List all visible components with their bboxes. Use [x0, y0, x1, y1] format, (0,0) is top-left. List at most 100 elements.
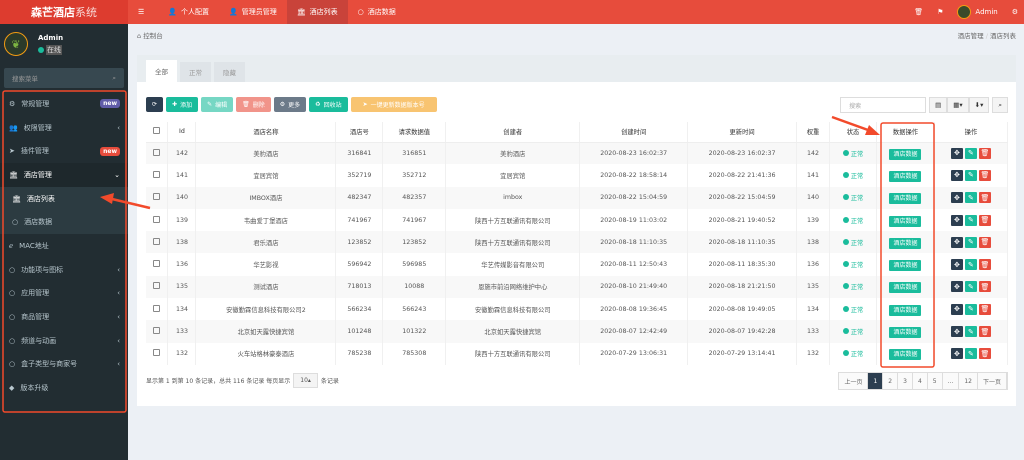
- row-checkbox-cell[interactable]: [146, 186, 169, 209]
- page-button[interactable]: 下一页: [977, 373, 1007, 389]
- column-header[interactable]: Id: [167, 122, 197, 143]
- delete-icon[interactable]: 🗑: [978, 303, 991, 315]
- hotel-data-button[interactable]: 酒店数据: [889, 260, 922, 272]
- hotel-data-button[interactable]: 酒店数据: [889, 327, 922, 339]
- row-checkbox[interactable]: [153, 170, 161, 178]
- trash-icon[interactable]: 🗑: [914, 8, 923, 16]
- breadcrumb-home[interactable]: ⌂ 控制台: [137, 30, 163, 40]
- settings-icon[interactable]: ⚙: [1012, 8, 1018, 16]
- sidebar-item[interactable]: ◆ 版本升级: [0, 376, 128, 400]
- tab-all[interactable]: 全部: [146, 60, 177, 82]
- more-button[interactable]: ⚙ 更多: [273, 97, 307, 112]
- sidebar-item[interactable]: ○ 酒店数据: [0, 210, 128, 235]
- drag-move-icon[interactable]: ✥: [950, 348, 963, 360]
- edit-icon[interactable]: ✎: [964, 147, 977, 159]
- nav-item[interactable]: 👤 管理员管理: [219, 0, 287, 24]
- column-header[interactable]: 创建者: [445, 122, 581, 143]
- row-checkbox-cell[interactable]: [146, 253, 169, 276]
- page-button[interactable]: 3: [898, 373, 913, 389]
- delete-icon[interactable]: 🗑: [978, 147, 991, 159]
- delete-icon[interactable]: 🗑: [978, 259, 991, 271]
- row-checkbox-cell[interactable]: [146, 275, 169, 299]
- hotel-data-button[interactable]: 酒店数据: [889, 170, 922, 182]
- page-button[interactable]: 12: [959, 373, 978, 389]
- row-checkbox[interactable]: [153, 349, 161, 357]
- app-logo[interactable]: 森芒酒店 系统: [0, 0, 128, 24]
- delete-icon[interactable]: 🗑: [978, 214, 991, 226]
- drag-move-icon[interactable]: ✥: [950, 192, 963, 204]
- row-checkbox[interactable]: [153, 148, 161, 156]
- row-checkbox[interactable]: [153, 327, 161, 335]
- delete-icon[interactable]: 🗑: [978, 281, 991, 293]
- hotel-data-button[interactable]: 酒店数据: [889, 304, 922, 316]
- delete-icon[interactable]: 🗑: [978, 192, 991, 204]
- page-size-select[interactable]: 10▴: [293, 373, 318, 388]
- hotel-data-button[interactable]: 酒店数据: [889, 193, 922, 205]
- toggle-view-button[interactable]: ▤: [929, 97, 948, 113]
- edit-icon[interactable]: ✎: [964, 326, 977, 338]
- drag-move-icon[interactable]: ✥: [950, 236, 963, 248]
- row-checkbox-cell[interactable]: [146, 208, 169, 232]
- drag-move-icon[interactable]: ✥: [950, 214, 963, 226]
- sidebar-item[interactable]: ℯ MAC地址: [0, 234, 128, 258]
- hotel-data-button[interactable]: 酒店数据: [889, 215, 922, 227]
- row-checkbox[interactable]: [153, 215, 161, 223]
- hotel-data-button[interactable]: 酒店数据: [889, 148, 922, 160]
- menu-search-input[interactable]: 搜索菜单 ⌕: [4, 68, 124, 88]
- user-menu[interactable]: Admin: [957, 5, 998, 19]
- page-button[interactable]: 上一页: [839, 373, 869, 389]
- edit-icon[interactable]: ✎: [964, 169, 977, 181]
- add-button[interactable]: ✚ 添加: [166, 97, 199, 112]
- page-button[interactable]: 1: [868, 373, 884, 389]
- delete-icon[interactable]: 🗑: [978, 326, 991, 338]
- edit-icon[interactable]: ✎: [964, 214, 977, 226]
- drag-move-icon[interactable]: ✥: [950, 147, 963, 159]
- column-header[interactable]: 请求数据值: [382, 122, 447, 143]
- sidebar-item[interactable]: ○ 应用管理 ‹: [0, 282, 128, 306]
- sidebar-item[interactable]: 🏛 酒店列表: [0, 186, 128, 211]
- page-button[interactable]: 4: [912, 373, 928, 389]
- checkbox[interactable]: [153, 127, 161, 135]
- row-checkbox-cell[interactable]: [146, 231, 169, 254]
- column-header[interactable]: 创建时间: [579, 122, 689, 143]
- refresh-button[interactable]: ⟳: [146, 97, 164, 112]
- edit-icon[interactable]: ✎: [964, 281, 977, 293]
- select-all-checkbox[interactable]: [146, 122, 169, 143]
- sidebar-item[interactable]: ○ 商品管理 ‹: [0, 305, 128, 329]
- delete-icon[interactable]: 🗑: [978, 236, 991, 248]
- row-checkbox-cell[interactable]: [146, 298, 169, 321]
- row-checkbox[interactable]: [153, 193, 161, 201]
- column-header[interactable]: 更新时间: [687, 122, 798, 143]
- sidebar-item[interactable]: ○ 盒子类型与商家号 ‹: [0, 353, 128, 377]
- column-header[interactable]: 操作: [934, 122, 1009, 143]
- sidebar-item[interactable]: ⚙ 常规管理 new: [0, 92, 128, 116]
- row-checkbox-cell[interactable]: [146, 320, 169, 343]
- nav-item[interactable]: 👤 个人配置: [158, 0, 219, 24]
- row-checkbox-cell[interactable]: [146, 342, 169, 365]
- edit-icon[interactable]: ✎: [964, 303, 977, 315]
- sidebar-item[interactable]: ○ 功能项与图标 ‹: [0, 258, 128, 282]
- edit-icon[interactable]: ✎: [964, 192, 977, 204]
- drag-move-icon[interactable]: ✥: [950, 169, 963, 181]
- nav-item[interactable]: ○ 酒店数据: [348, 0, 406, 24]
- nav-item[interactable]: 🏛 酒店列表: [286, 0, 348, 24]
- delete-button[interactable]: 🗑 删除: [236, 97, 271, 112]
- column-header[interactable]: 权重: [796, 122, 831, 143]
- recycle-bin-button[interactable]: ♻ 回收站: [309, 97, 348, 112]
- edit-button[interactable]: ✎ 编辑: [201, 97, 234, 112]
- nav-item[interactable]: ☰: [128, 0, 158, 24]
- row-checkbox[interactable]: [153, 304, 161, 312]
- edit-icon[interactable]: ✎: [964, 259, 977, 271]
- column-header[interactable]: 酒店名称: [195, 122, 337, 143]
- hotel-data-button[interactable]: 酒店数据: [889, 349, 922, 361]
- breadcrumb-item[interactable]: 酒店管理: [958, 32, 984, 40]
- hotel-data-button[interactable]: 酒店数据: [889, 237, 922, 249]
- row-checkbox-cell[interactable]: [146, 142, 169, 165]
- column-header[interactable]: 数据操作: [876, 122, 935, 143]
- row-checkbox[interactable]: [153, 260, 161, 268]
- sidebar-item[interactable]: 🏛 酒店管理 ⌄: [0, 163, 128, 187]
- columns-button[interactable]: ▦▾: [947, 97, 969, 113]
- hotel-data-button[interactable]: 酒店数据: [889, 282, 922, 294]
- page-button[interactable]: 2: [883, 373, 899, 389]
- row-checkbox[interactable]: [153, 282, 161, 290]
